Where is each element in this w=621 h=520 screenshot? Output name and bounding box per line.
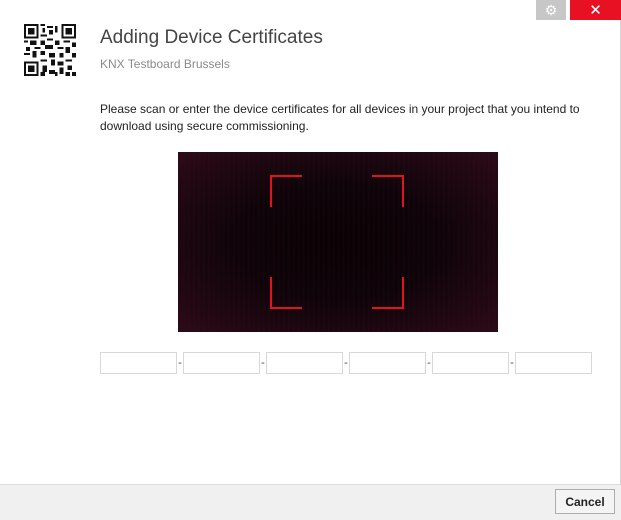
- scan-frame-corner-top-left: [270, 175, 302, 207]
- dialog: ⚙ ✕ Adding Device Certificates KNX Testb…: [0, 0, 621, 520]
- gear-icon: ⚙: [544, 1, 558, 18]
- camera-feed: [178, 152, 498, 332]
- qr-code-icon: [24, 24, 76, 76]
- close-button[interactable]: ✕: [570, 0, 621, 20]
- certificate-field-3[interactable]: [266, 352, 343, 374]
- page-title: Adding Device Certificates: [100, 27, 323, 48]
- camera-preview: [178, 152, 498, 332]
- scan-frame-corner-bottom-left: [270, 277, 302, 309]
- scan-frame-corner-top-right: [372, 175, 404, 207]
- certificate-field-5[interactable]: [432, 352, 509, 374]
- project-name: KNX Testboard Brussels: [100, 57, 230, 71]
- scan-frame-corner-bottom-right: [372, 277, 404, 309]
- certificate-fields: - - - - -: [100, 352, 592, 374]
- certificate-field-4[interactable]: [349, 352, 426, 374]
- certificate-field-6[interactable]: [515, 352, 592, 374]
- instructions-text: Please scan or enter the device certific…: [100, 102, 580, 133]
- close-icon: ✕: [589, 2, 602, 19]
- certificate-field-1[interactable]: [100, 352, 177, 374]
- settings-button[interactable]: ⚙: [536, 0, 566, 20]
- dialog-footer: [0, 484, 621, 520]
- cancel-button[interactable]: Cancel: [555, 489, 615, 514]
- certificate-field-2[interactable]: [183, 352, 260, 374]
